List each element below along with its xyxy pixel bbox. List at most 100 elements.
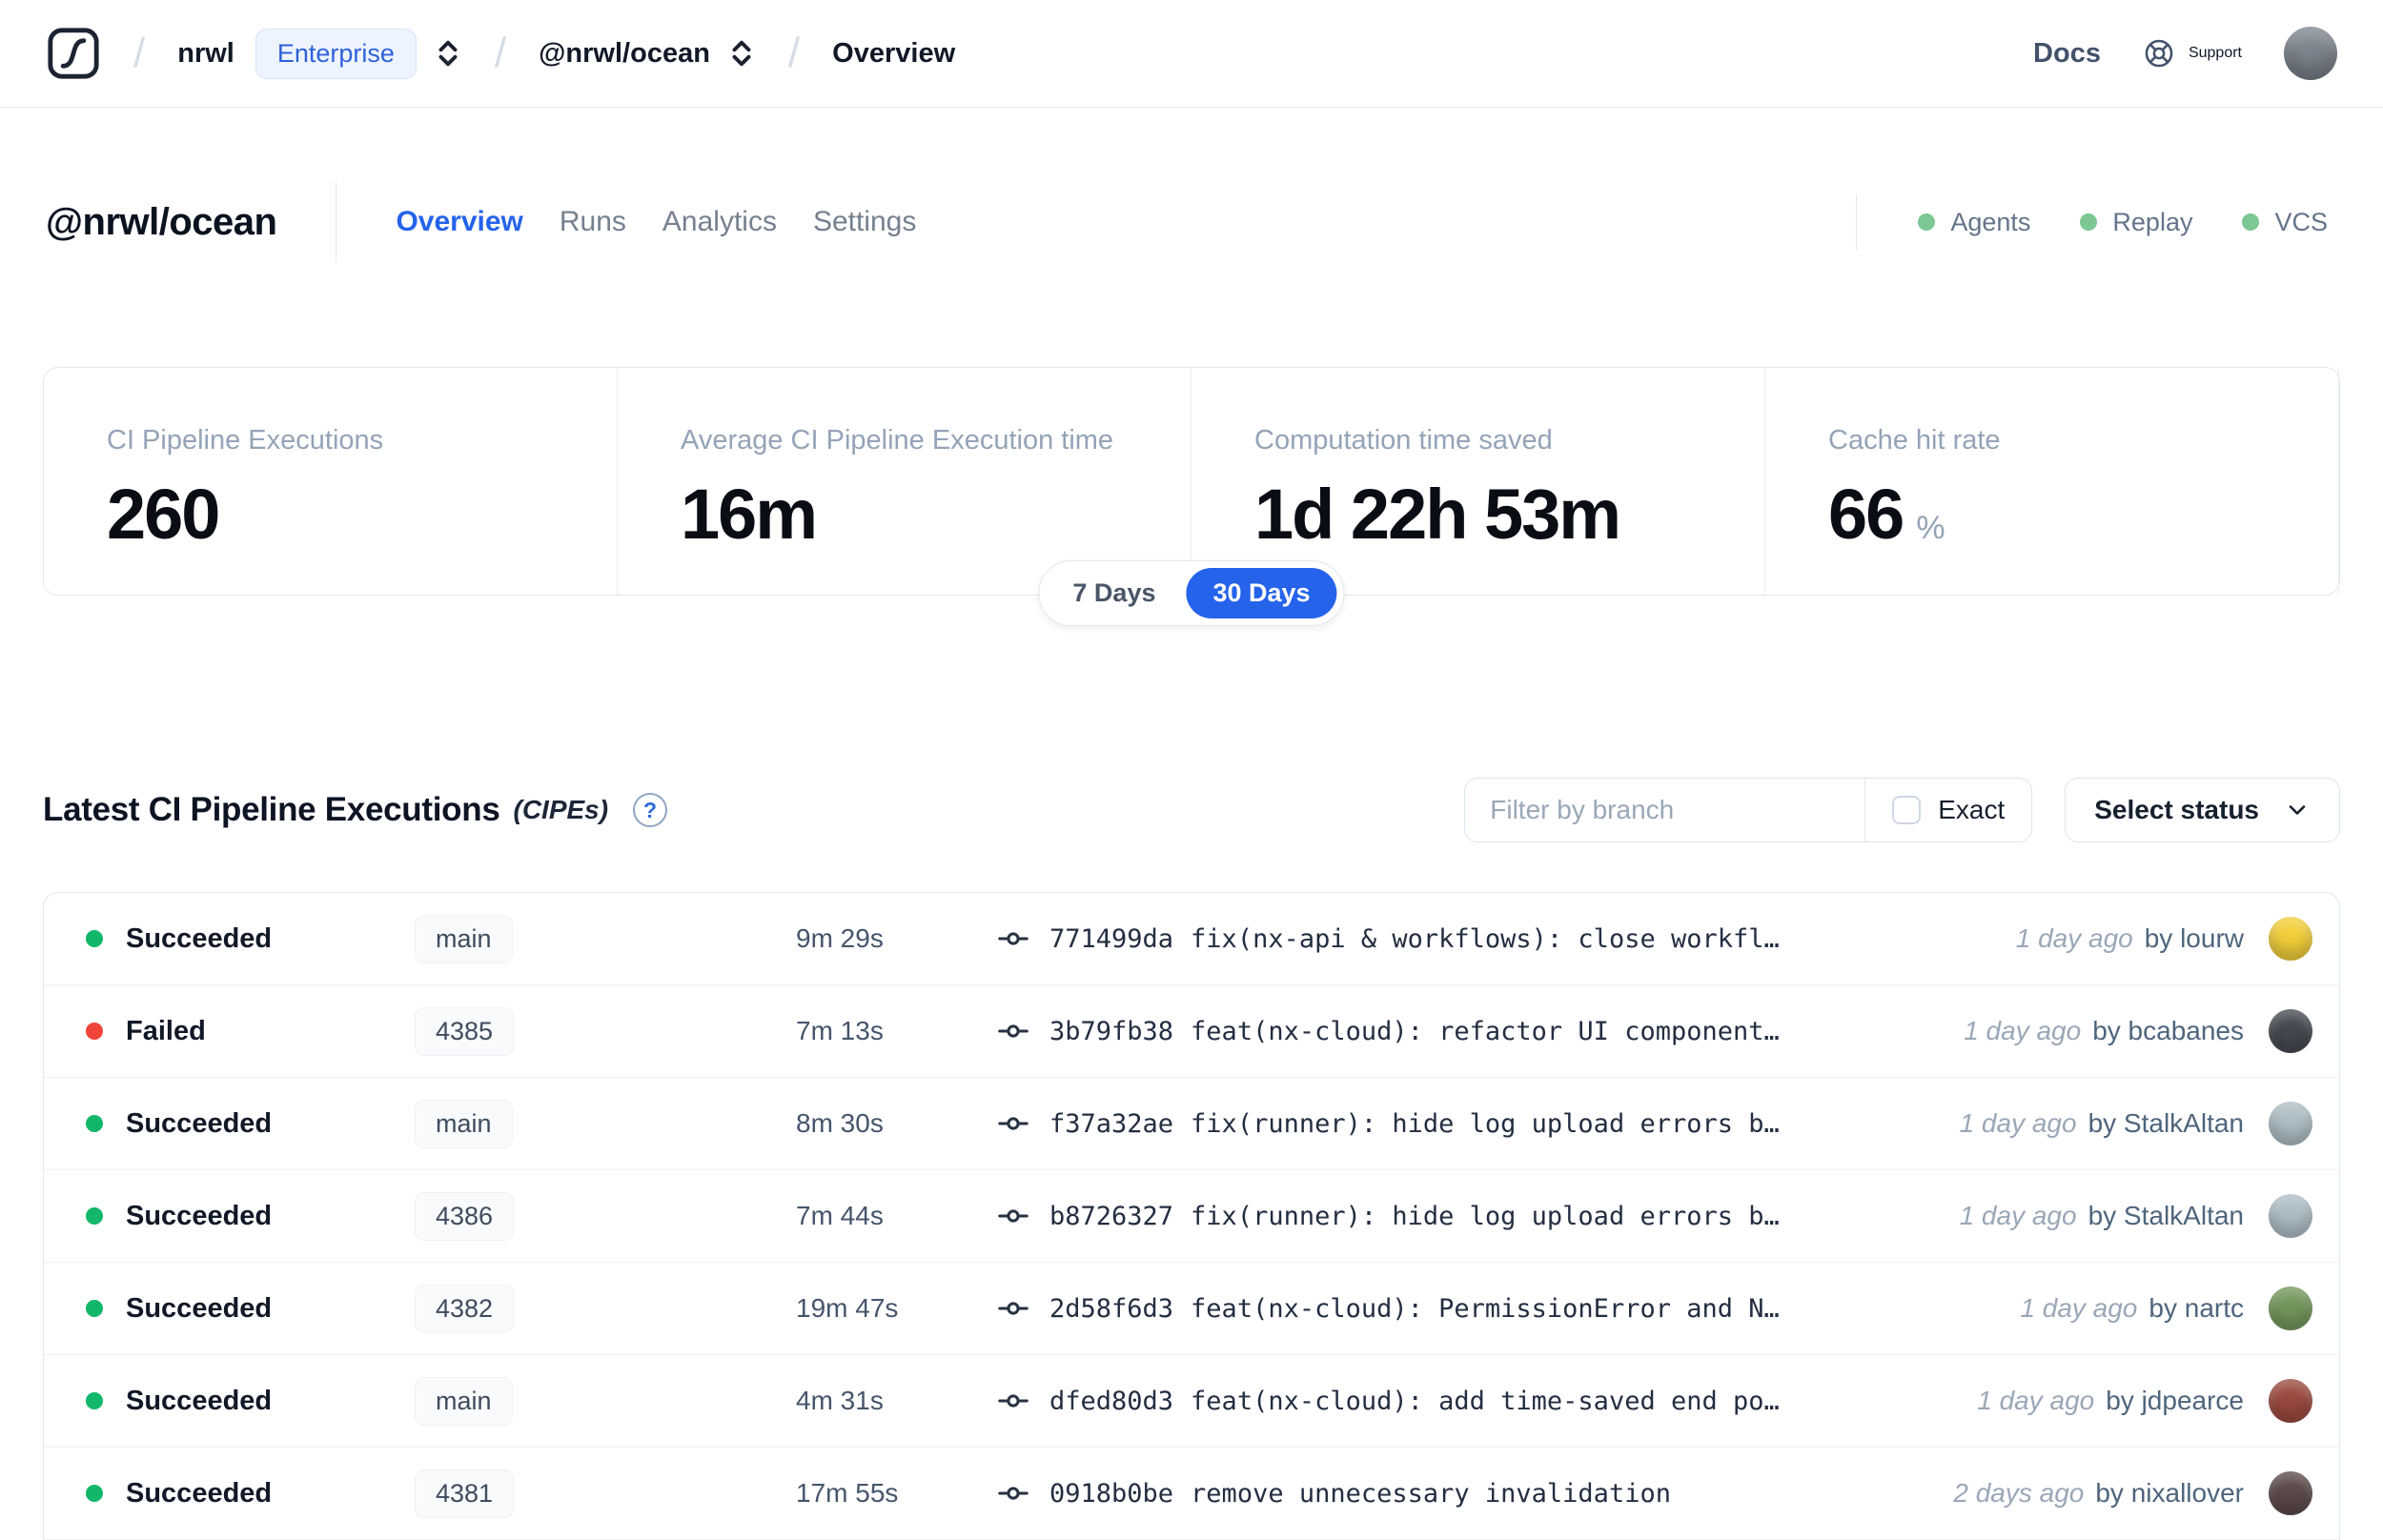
stat-card-ci-pipeline-executions: CI Pipeline Executions 260: [44, 368, 618, 595]
author: by nartc: [2149, 1293, 2244, 1323]
breadcrumb-workspace[interactable]: @nrwl/ocean: [539, 38, 710, 70]
author: by jdpearce: [2106, 1386, 2244, 1415]
table-row[interactable]: Succeeded main 4m 31s dfed80d3 feat(nx-cl…: [44, 1355, 2339, 1448]
status-dot: [86, 1392, 103, 1409]
breadcrumb-separator: /: [494, 30, 507, 76]
support-link[interactable]: Support: [2143, 37, 2242, 70]
breadcrumb-org[interactable]: nrwl: [177, 38, 234, 70]
tab-settings[interactable]: Settings: [813, 206, 916, 238]
branch-badge: main: [415, 1376, 513, 1426]
author: by StalkAltan: [2088, 1201, 2244, 1230]
status-label: Succeeded: [126, 1385, 273, 1416]
commit-hash: 771499da: [1049, 923, 1174, 954]
commit-message: feat(nx-cloud): refactor UI component…: [1191, 1016, 1780, 1046]
range-option-30-days[interactable]: 30 Days: [1186, 568, 1337, 618]
status-cell: Succeeded: [86, 1293, 415, 1325]
status-label: Succeeded: [126, 922, 273, 954]
duration: 7m 13s: [796, 1016, 884, 1045]
duration: 9m 29s: [796, 923, 884, 953]
commit-cell: 771499da fix(nx-api & workflows): close w…: [996, 922, 2016, 956]
commit-cell: 2d58f6d3 feat(nx-cloud): PermissionError …: [996, 1291, 2020, 1326]
tab-runs[interactable]: Runs: [560, 206, 626, 238]
stat-card-cache-hit-rate: Cache hit rate 66 %: [1765, 368, 2339, 595]
branch-badge: 4382: [415, 1284, 515, 1333]
commit-message: feat(nx-cloud): add time-saved end po…: [1191, 1386, 1780, 1416]
author-avatar[interactable]: [2269, 1379, 2312, 1423]
org-switcher-chevrons-icon[interactable]: [434, 36, 462, 71]
author-avatar[interactable]: [2269, 1287, 2312, 1330]
branch-badge: 4381: [415, 1469, 515, 1518]
table-row[interactable]: Succeeded 4386 7m 44s b8726327 fix(runner…: [44, 1170, 2339, 1263]
time-ago: 1 day ago: [1964, 1016, 2082, 1045]
table-row[interactable]: Succeeded main 8m 30s f37a32ae fix(runner…: [44, 1078, 2339, 1170]
section-title: Latest CI Pipeline Executions: [43, 791, 500, 828]
table-row[interactable]: Failed 4385 7m 13s 3b79fb38 feat(nx-cloud…: [44, 985, 2339, 1078]
commit-text: b8726327 fix(runner): hide log upload err…: [1049, 1202, 1780, 1231]
stat-label: CI Pipeline Executions: [107, 425, 384, 456]
status-cell: Succeeded: [86, 1108, 415, 1140]
section-title-note: (CIPEs): [513, 795, 609, 824]
breadcrumb-page: Overview: [832, 37, 956, 69]
stat-value-suffix: %: [1916, 510, 1945, 546]
commit-cell: f37a32ae fix(runner): hide log upload err…: [996, 1106, 1960, 1141]
table-row[interactable]: Succeeded 4382 19m 47s 2d58f6d3 feat(nx-c…: [44, 1263, 2339, 1355]
meta-cell: 2 days ago by nixallover: [1953, 1478, 2244, 1509]
exact-label: Exact: [1938, 795, 2006, 824]
branch-cell: main: [415, 914, 796, 963]
status-dot: [86, 1207, 103, 1225]
commit-hash: dfed80d3: [1049, 1386, 1174, 1416]
table-row[interactable]: Succeeded 4381 17m 55s 0918b0be remove un…: [44, 1448, 2339, 1540]
commit-message: fix(runner): hide log upload errors b…: [1191, 1108, 1780, 1139]
time-ago: 1 day ago: [1959, 1108, 2077, 1138]
author-avatar[interactable]: [2269, 917, 2312, 961]
git-commit-icon: [998, 1117, 1029, 1130]
service-status-vcs[interactable]: VCS: [2242, 208, 2328, 237]
commit-cell: 0918b0be remove unnecessary invalidation: [996, 1476, 1953, 1510]
author-avatar[interactable]: [2269, 1471, 2312, 1515]
select-status-dropdown[interactable]: Select status: [2065, 778, 2340, 842]
service-status-replay[interactable]: Replay: [2080, 208, 2192, 237]
table-row[interactable]: Succeeded main 9m 29s 771499da fix(nx-api…: [44, 893, 2339, 985]
branch-badge: main: [415, 914, 513, 963]
docs-link[interactable]: Docs: [2033, 38, 2101, 70]
time-ago: 1 day ago: [1959, 1201, 2077, 1230]
enterprise-badge: Enterprise: [255, 28, 417, 79]
meta-cell: 1 day ago by lourw: [2016, 923, 2244, 954]
commit-cell: b8726327 fix(runner): hide log upload err…: [996, 1199, 1960, 1233]
range-option-7-days[interactable]: 7 Days: [1046, 568, 1182, 618]
service-label: Replay: [2112, 207, 2193, 236]
duration: 17m 55s: [796, 1478, 899, 1508]
help-icon[interactable]: ?: [633, 793, 668, 827]
service-label: Agents: [1950, 207, 2031, 236]
duration: 4m 31s: [796, 1386, 884, 1415]
author-avatar[interactable]: [2269, 1009, 2312, 1053]
branch-badge: 4386: [415, 1191, 515, 1241]
time-ago: 1 day ago: [2020, 1293, 2138, 1323]
tab-overview[interactable]: Overview: [396, 206, 522, 238]
workspace-switcher-chevrons-icon[interactable]: [727, 36, 756, 71]
commit-hash: 2d58f6d3: [1049, 1293, 1174, 1324]
cipe-table: Succeeded main 9m 29s 771499da fix(nx-api…: [43, 892, 2340, 1540]
author-avatar[interactable]: [2269, 1194, 2312, 1238]
date-range-toggle: 7 Days 30 Days: [1038, 560, 1345, 626]
author-avatar[interactable]: [2269, 1102, 2312, 1145]
duration: 8m 30s: [796, 1108, 884, 1138]
branch-badge: 4385: [415, 1006, 515, 1056]
meta-cell: 1 day ago by StalkAltan: [1960, 1108, 2244, 1139]
branch-filter-input[interactable]: [1465, 779, 1864, 841]
branch-cell: main: [415, 1376, 796, 1426]
exact-checkbox[interactable]: [1892, 796, 1922, 824]
green-status-dot: [1918, 213, 1936, 231]
branch-cell: 4382: [415, 1284, 796, 1333]
topbar-links: Docs Support: [2033, 27, 2337, 80]
tab-analytics[interactable]: Analytics: [662, 206, 777, 238]
support-label: Support: [2188, 45, 2242, 61]
branch-badge: main: [415, 1099, 513, 1148]
commit-text: 0918b0be remove unnecessary invalidation: [1049, 1479, 1671, 1509]
service-status-agents[interactable]: Agents: [1918, 208, 2030, 237]
time-ago: 2 days ago: [1953, 1478, 2085, 1508]
user-avatar[interactable]: [2284, 27, 2337, 80]
nx-cloud-logo-icon[interactable]: [46, 26, 101, 81]
commit-message: remove unnecessary invalidation: [1191, 1478, 1671, 1509]
meta-cell: 1 day ago by jdpearce: [1977, 1386, 2244, 1416]
